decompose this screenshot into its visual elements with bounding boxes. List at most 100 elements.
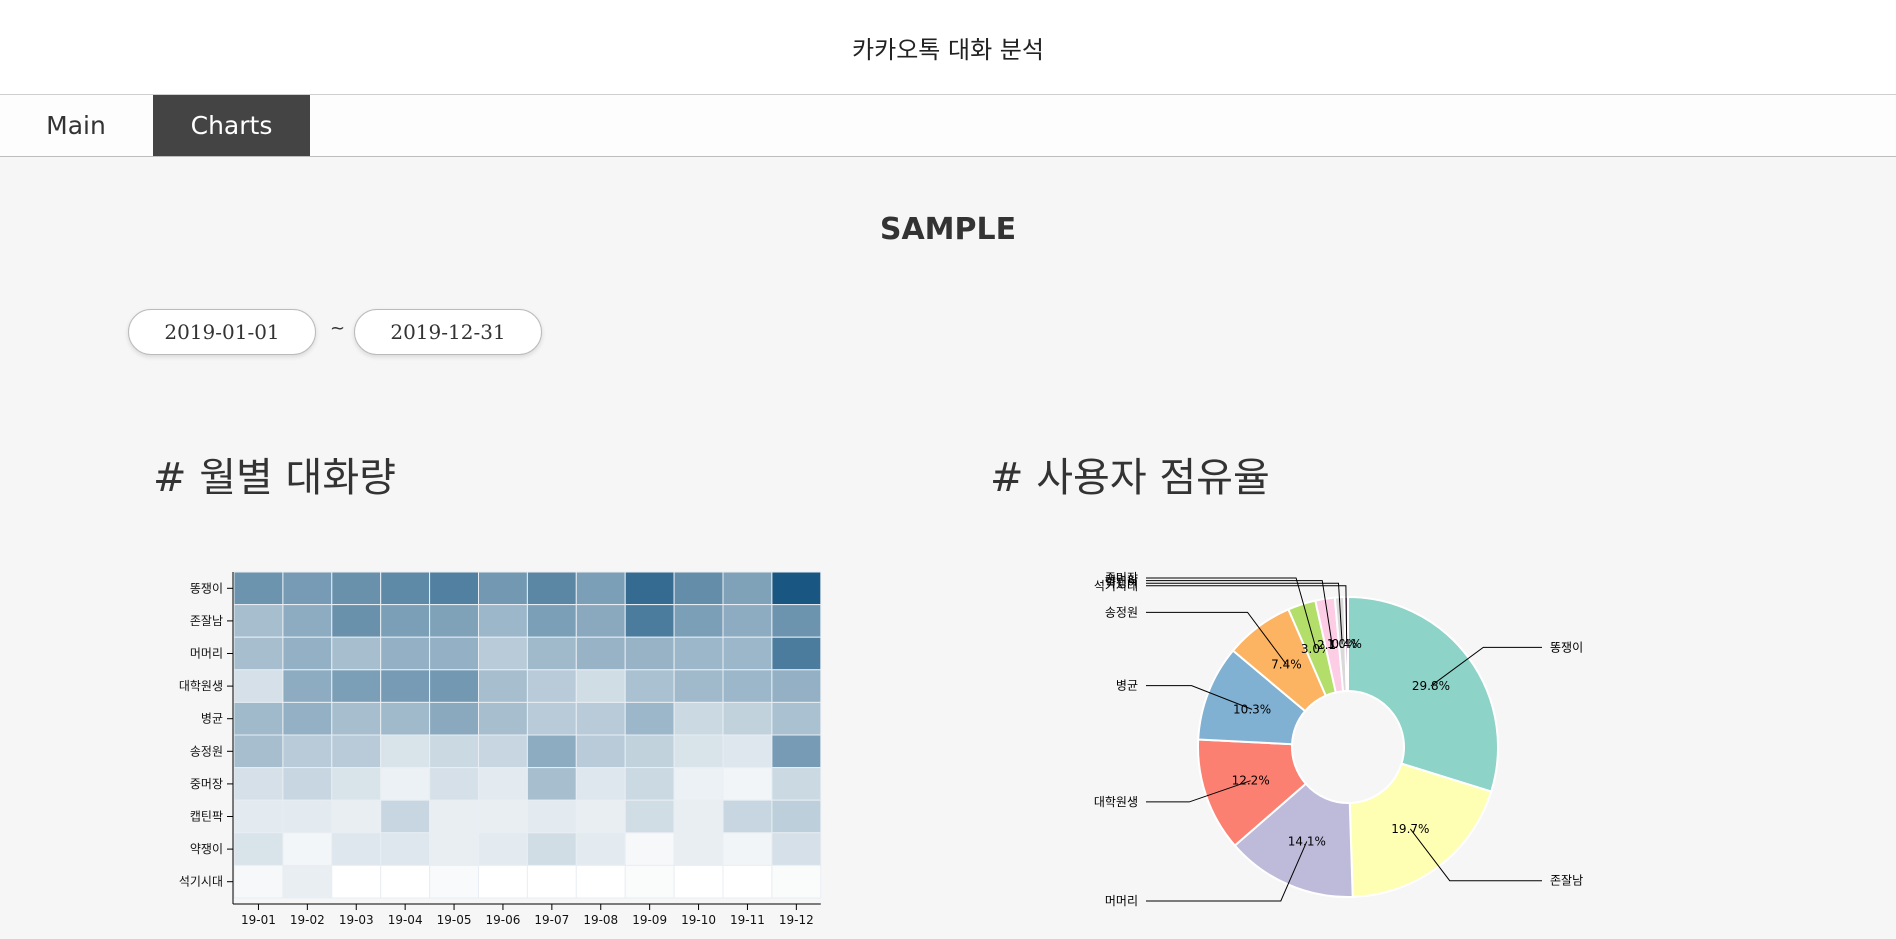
heatmap-cell bbox=[380, 636, 431, 671]
heatmap-cell bbox=[478, 832, 528, 866]
heatmap-cell bbox=[673, 669, 724, 703]
heatmap-cell bbox=[771, 604, 822, 638]
pie-heading: # 사용자 점유율 bbox=[990, 455, 1270, 501]
heatmap-cell bbox=[380, 734, 431, 769]
heatmap-cell bbox=[673, 864, 724, 899]
heatmap-cell bbox=[673, 734, 724, 769]
heatmap-cell bbox=[429, 799, 480, 834]
heatmap-cell bbox=[282, 832, 333, 866]
heatmap-y-label: 병균 bbox=[201, 712, 223, 726]
heatmap-cell bbox=[771, 767, 822, 801]
heatmap-cell bbox=[331, 669, 382, 703]
heatmap-cell bbox=[526, 734, 577, 769]
date-separator: ~ bbox=[330, 318, 346, 339]
pie-name-label: 존잘남 bbox=[1550, 874, 1583, 888]
heatmap-cell bbox=[282, 864, 333, 899]
heatmap-cell bbox=[526, 832, 577, 866]
heatmap-cell bbox=[526, 767, 577, 801]
heatmap-y-label: 송정원 bbox=[190, 744, 223, 758]
pie-percent-label: 19.7% bbox=[1391, 822, 1429, 836]
heatmap-cell bbox=[233, 604, 284, 638]
heatmap-cell bbox=[624, 864, 675, 899]
heatmap-cell bbox=[282, 701, 333, 736]
heatmap-cell bbox=[722, 799, 773, 834]
heatmap-cell bbox=[575, 734, 626, 769]
heatmap-cell bbox=[575, 636, 626, 671]
heatmap-cell bbox=[673, 799, 724, 834]
heatmap-cell bbox=[380, 864, 431, 899]
heatmap-cell bbox=[771, 734, 822, 769]
app-title: 카카오톡 대화 분석 bbox=[852, 36, 1044, 64]
heatmap-cell bbox=[722, 767, 773, 801]
heatmap-cell bbox=[673, 767, 724, 801]
heatmap-cell bbox=[380, 767, 431, 801]
heatmap-cell bbox=[624, 832, 675, 866]
monthly-chat-heatmap: 똥쟁이존잘남머머리대학원생병균송정원중머장캡틴팍약쟁이석기시대 19-01 19-0… bbox=[179, 571, 822, 927]
heatmap-y-label: 똥쟁이 bbox=[190, 581, 223, 595]
heatmap-y-label: 캡틴팍 bbox=[190, 810, 223, 824]
heatmap-cell bbox=[282, 669, 333, 703]
heatmap-cell bbox=[624, 604, 675, 638]
heatmap-cell bbox=[331, 604, 382, 638]
heatmap-cell bbox=[429, 864, 480, 899]
heatmap-x-label: 19-07 bbox=[534, 913, 569, 927]
start-date-input[interactable]: 2019-01-01 bbox=[128, 309, 316, 355]
heatmap-cell bbox=[771, 799, 822, 834]
heatmap-cell bbox=[624, 799, 675, 834]
pie-name-label: 대학원생 bbox=[1094, 795, 1138, 809]
heatmap-cell bbox=[575, 799, 626, 834]
heatmap-cell bbox=[478, 571, 528, 606]
heatmap-x-label: 19-12 bbox=[779, 913, 814, 927]
heatmap-cell bbox=[771, 571, 822, 606]
heatmap-cell bbox=[526, 701, 577, 736]
user-share-donut-chart: 29.8%똥쟁이19.7%존잘남14.1%머머리12.2%대학원생10.3%병균… bbox=[1094, 571, 1583, 908]
heatmap-cell bbox=[575, 864, 626, 899]
heatmap-cell bbox=[624, 571, 675, 606]
heatmap-x-label: 19-11 bbox=[730, 913, 765, 927]
heatmap-cell bbox=[478, 734, 528, 769]
heatmap-cell bbox=[429, 734, 480, 769]
heatmap-cell bbox=[282, 767, 333, 801]
heatmap-cell bbox=[429, 832, 480, 866]
heatmap-y-label: 석기시대 bbox=[179, 875, 223, 889]
heatmap-y-label: 약쟁이 bbox=[190, 841, 223, 856]
heatmap-cell bbox=[771, 832, 822, 866]
heatmap-cell bbox=[673, 571, 724, 606]
heatmap-cell bbox=[722, 571, 773, 606]
heatmap-cell bbox=[429, 571, 480, 606]
end-date-input[interactable]: 2019-12-31 bbox=[354, 309, 542, 355]
heatmap-cell bbox=[673, 636, 724, 671]
heatmap-cell bbox=[282, 604, 333, 638]
heatmap-cell bbox=[624, 734, 675, 769]
heatmap-cell bbox=[575, 832, 626, 866]
heatmap-cell bbox=[722, 604, 773, 638]
heatmap-cell bbox=[380, 604, 431, 638]
heatmap-cell bbox=[722, 636, 773, 671]
heatmap-x-label: 19-04 bbox=[388, 913, 423, 927]
heatmap-cell bbox=[673, 701, 724, 736]
tab-main[interactable]: Main bbox=[0, 95, 152, 156]
heatmap-cell bbox=[429, 767, 480, 801]
heatmap-cell bbox=[429, 604, 480, 638]
heatmap-cell bbox=[478, 799, 528, 834]
heatmap-cell bbox=[282, 571, 333, 606]
heatmap-cell bbox=[233, 734, 284, 769]
heatmap-cell bbox=[771, 701, 822, 736]
heatmap-cell bbox=[233, 669, 284, 703]
heatmap-cell bbox=[233, 636, 284, 671]
heatmap-cell bbox=[233, 799, 284, 834]
heatmap-heading: # 월별 대화량 bbox=[153, 455, 396, 501]
heatmap-cell bbox=[478, 604, 528, 638]
heatmap-cell bbox=[526, 864, 577, 899]
heatmap-x-label: 19-10 bbox=[681, 913, 716, 927]
heatmap-cell bbox=[722, 734, 773, 769]
heatmap-cell bbox=[526, 636, 577, 671]
heatmap-cell bbox=[673, 604, 724, 638]
tab-charts[interactable]: Charts bbox=[153, 95, 310, 156]
heatmap-cell bbox=[771, 636, 822, 671]
heatmap-cell bbox=[526, 669, 577, 703]
heatmap-cell bbox=[575, 571, 626, 606]
heatmap-cell bbox=[722, 864, 773, 899]
heatmap-cell bbox=[526, 799, 577, 834]
heatmap-cell bbox=[380, 701, 431, 736]
